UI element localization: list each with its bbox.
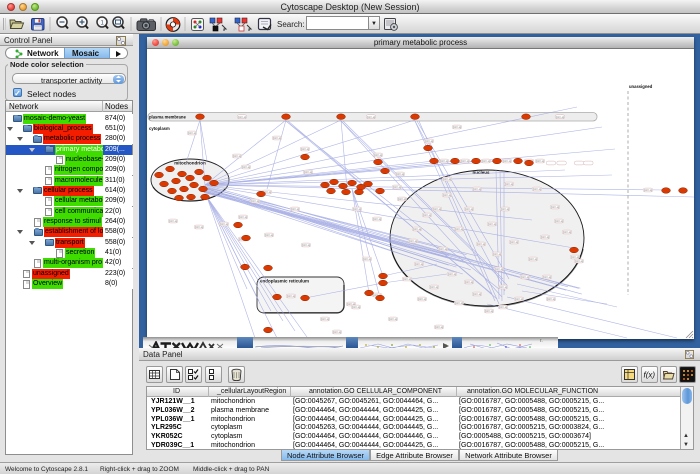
svg-text:[GO:-a]: [GO:-a]	[510, 241, 519, 244]
svg-text:[GO:-a]: [GO:-a]	[265, 234, 274, 237]
svg-text:[GO:-a]: [GO:-a]	[374, 154, 383, 157]
svg-text:[GO:-a]: [GO:-a]	[473, 188, 482, 191]
svg-text:[GO:-a]: [GO:-a]	[440, 160, 449, 163]
svg-text:[GO:-a]: [GO:-a]	[571, 256, 580, 259]
svg-text:unassigned: unassigned	[629, 84, 653, 89]
svg-text:[GO:-a]: [GO:-a]	[541, 236, 550, 239]
svg-text:[GO:-a]: [GO:-a]	[448, 273, 457, 276]
svg-text:nucleus: nucleus	[472, 170, 490, 175]
svg-text:[GO:-a]: [GO:-a]	[415, 263, 424, 266]
svg-text:[GO:-a]: [GO:-a]	[291, 208, 300, 211]
svg-text:[GO:-a]: [GO:-a]	[465, 281, 474, 284]
svg-text:[GO:-a]: [GO:-a]	[220, 223, 229, 226]
svg-text:[GO:-a]: [GO:-a]	[563, 231, 572, 234]
svg-text:[GO:-a]: [GO:-a]	[430, 286, 439, 289]
svg-text:[GO:-a]: [GO:-a]	[575, 260, 584, 263]
svg-text:[GO:-a]: [GO:-a]	[333, 331, 342, 334]
svg-text:[GO:-a]: [GO:-a]	[238, 116, 247, 119]
svg-text:[GO:-a]: [GO:-a]	[423, 214, 432, 217]
svg-text:[GO:-a]: [GO:-a]	[403, 278, 412, 281]
svg-text:[GO:-a]: [GO:-a]	[239, 216, 248, 219]
svg-text:[GO:-a]: [GO:-a]	[425, 140, 434, 143]
svg-text:[GO:-a]: [GO:-a]	[373, 218, 382, 221]
svg-text:[GO:-a]: [GO:-a]	[488, 223, 497, 226]
svg-text:[GO:-a]: [GO:-a]	[473, 293, 482, 296]
svg-text:[GO:-a]: [GO:-a]	[529, 258, 538, 261]
svg-text:[GO:-a]: [GO:-a]	[409, 240, 418, 243]
svg-text:[GO:-a]: [GO:-a]	[367, 116, 376, 119]
svg-text:[GO:-a]: [GO:-a]	[287, 295, 296, 298]
svg-text:[GO:-a]: [GO:-a]	[439, 248, 448, 251]
svg-text:[GO:-a]: [GO:-a]	[505, 183, 514, 186]
svg-text:[GO:-a]: [GO:-a]	[398, 198, 407, 201]
svg-text:[GO:-a]: [GO:-a]	[233, 155, 242, 158]
svg-text:[GO:-a]: [GO:-a]	[418, 298, 427, 301]
svg-text:[GO:-a]: [GO:-a]	[363, 258, 372, 261]
svg-text:[GO:-a]: [GO:-a]	[321, 318, 330, 321]
svg-text:plasma membrane: plasma membrane	[149, 115, 186, 120]
svg-text:[GO:-a]: [GO:-a]	[485, 310, 494, 313]
svg-text:[GO:-a]: [GO:-a]	[443, 178, 452, 181]
svg-text:[GO:-a]: [GO:-a]	[413, 228, 422, 231]
svg-text:[GO:-a]: [GO:-a]	[242, 166, 251, 169]
svg-text:cytoplasm: cytoplasm	[149, 126, 170, 131]
svg-text:[GO:-a]: [GO:-a]	[499, 286, 508, 289]
svg-text:mitochondrion: mitochondrion	[174, 161, 206, 166]
svg-text:[GO:-a]: [GO:-a]	[477, 243, 486, 246]
svg-text:[GO:-a]: [GO:-a]	[455, 228, 464, 231]
svg-text:[GO:-a]: [GO:-a]	[453, 126, 462, 129]
svg-text:[GO:-a]: [GO:-a]	[503, 160, 512, 163]
svg-text:[GO:-a]: [GO:-a]	[555, 220, 564, 223]
svg-text:[GO:-a]: [GO:-a]	[443, 194, 452, 197]
svg-text:[GO:-a]: [GO:-a]	[302, 244, 311, 247]
svg-text:[GO:-a]: [GO:-a]	[353, 208, 362, 211]
svg-text:[GO:-a]: [GO:-a]	[195, 226, 204, 229]
svg-text:[GO:-a]: [GO:-a]	[435, 326, 444, 329]
svg-text:f(x): f(x)	[644, 371, 656, 380]
svg-text:[GO:-a]: [GO:-a]	[499, 306, 508, 309]
svg-text:[GO:-a]: [GO:-a]	[393, 186, 402, 189]
svg-text:[GO:-a]: [GO:-a]	[547, 298, 556, 301]
svg-text:[GO:-a]: [GO:-a]	[501, 208, 510, 211]
svg-text:[GO:-a]: [GO:-a]	[273, 137, 282, 140]
svg-text:[GO:-a]: [GO:-a]	[493, 253, 502, 256]
svg-text:[GO:-a]: [GO:-a]	[251, 200, 260, 203]
svg-text:[GO:-a]: [GO:-a]	[304, 171, 313, 174]
svg-text:[GO:-a]: [GO:-a]	[455, 302, 464, 305]
svg-text:[GO:-a]: [GO:-a]	[536, 160, 545, 163]
svg-text:[GO:-a]: [GO:-a]	[515, 298, 524, 301]
svg-text:[GO:-a]: [GO:-a]	[169, 220, 178, 223]
svg-text:[GO:-a]: [GO:-a]	[465, 208, 474, 211]
svg-text:[GO:-a]: [GO:-a]	[521, 276, 530, 279]
svg-text:[GO:-a]: [GO:-a]	[301, 148, 310, 151]
svg-text:[GO:-a]: [GO:-a]	[533, 188, 542, 191]
svg-text:[GO:-a]: [GO:-a]	[644, 189, 653, 192]
svg-text:[GO:-a]: [GO:-a]	[389, 318, 398, 321]
svg-text:[GO:-a]: [GO:-a]	[482, 160, 491, 163]
svg-text:[GO:-a]: [GO:-a]	[551, 206, 560, 209]
svg-text:[GO:-a]: [GO:-a]	[188, 132, 197, 135]
svg-text:[GO:-a]: [GO:-a]	[461, 160, 470, 163]
svg-text:[GO:-a]: [GO:-a]	[396, 173, 405, 176]
svg-text:[GO:-a]: [GO:-a]	[543, 276, 552, 279]
svg-text:[GO:-a]: [GO:-a]	[352, 306, 361, 309]
svg-text:[GO:-a]: [GO:-a]	[433, 208, 442, 211]
svg-text:[GO:-a]: [GO:-a]	[495, 268, 504, 271]
svg-text:[GO:-a]: [GO:-a]	[556, 116, 565, 119]
